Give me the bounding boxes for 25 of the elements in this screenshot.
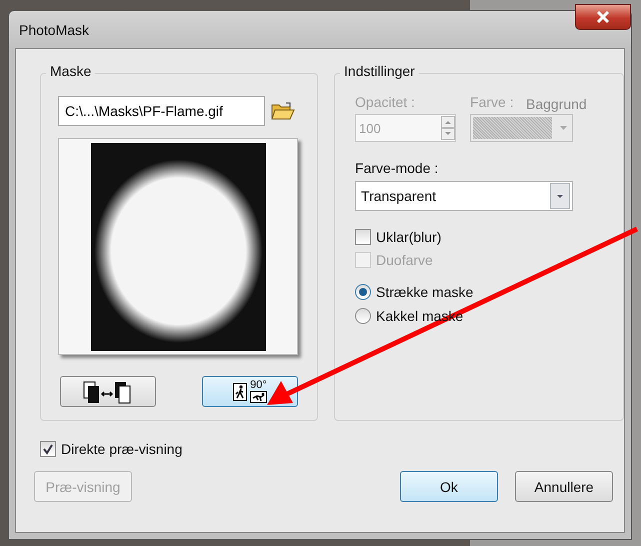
- close-icon: [596, 11, 610, 23]
- folder-icon: [271, 101, 295, 121]
- ok-button[interactable]: Ok: [400, 471, 498, 502]
- opacity-label: Opacitet :: [355, 94, 415, 110]
- background-label: Baggrund: [526, 96, 587, 112]
- color-mode-dropdown[interactable]: Transparent: [355, 181, 574, 211]
- group-title: Indstillinger: [340, 63, 419, 79]
- file-path-field[interactable]: C:\...\Masks\PF-Flame.gif: [58, 96, 265, 126]
- checkbox-option[interactable]: Uklar(blur): [355, 229, 623, 245]
- person-icon: [233, 382, 247, 400]
- window-title: PhotoMask: [18, 22, 90, 38]
- cancel-button[interactable]: Annullere: [515, 471, 613, 502]
- spin-up-icon: [441, 116, 456, 128]
- color-mode-label: Farve-mode :: [355, 160, 440, 176]
- color-label: Farve :: [470, 94, 514, 110]
- person-lying-icon: [250, 391, 267, 403]
- radio-option[interactable]: Strække maske: [355, 284, 623, 300]
- group-title: Maske: [46, 63, 96, 79]
- live-preview-checkbox[interactable]: Direkte præ-visning: [40, 441, 624, 457]
- checkmark-icon: [42, 443, 54, 455]
- dropdown-arrow-icon: [560, 126, 567, 130]
- spin-down-icon: [441, 128, 456, 140]
- swap-button[interactable]: [60, 376, 156, 407]
- close-button[interactable]: [575, 4, 631, 30]
- open-folder-icon[interactable]: [271, 101, 295, 121]
